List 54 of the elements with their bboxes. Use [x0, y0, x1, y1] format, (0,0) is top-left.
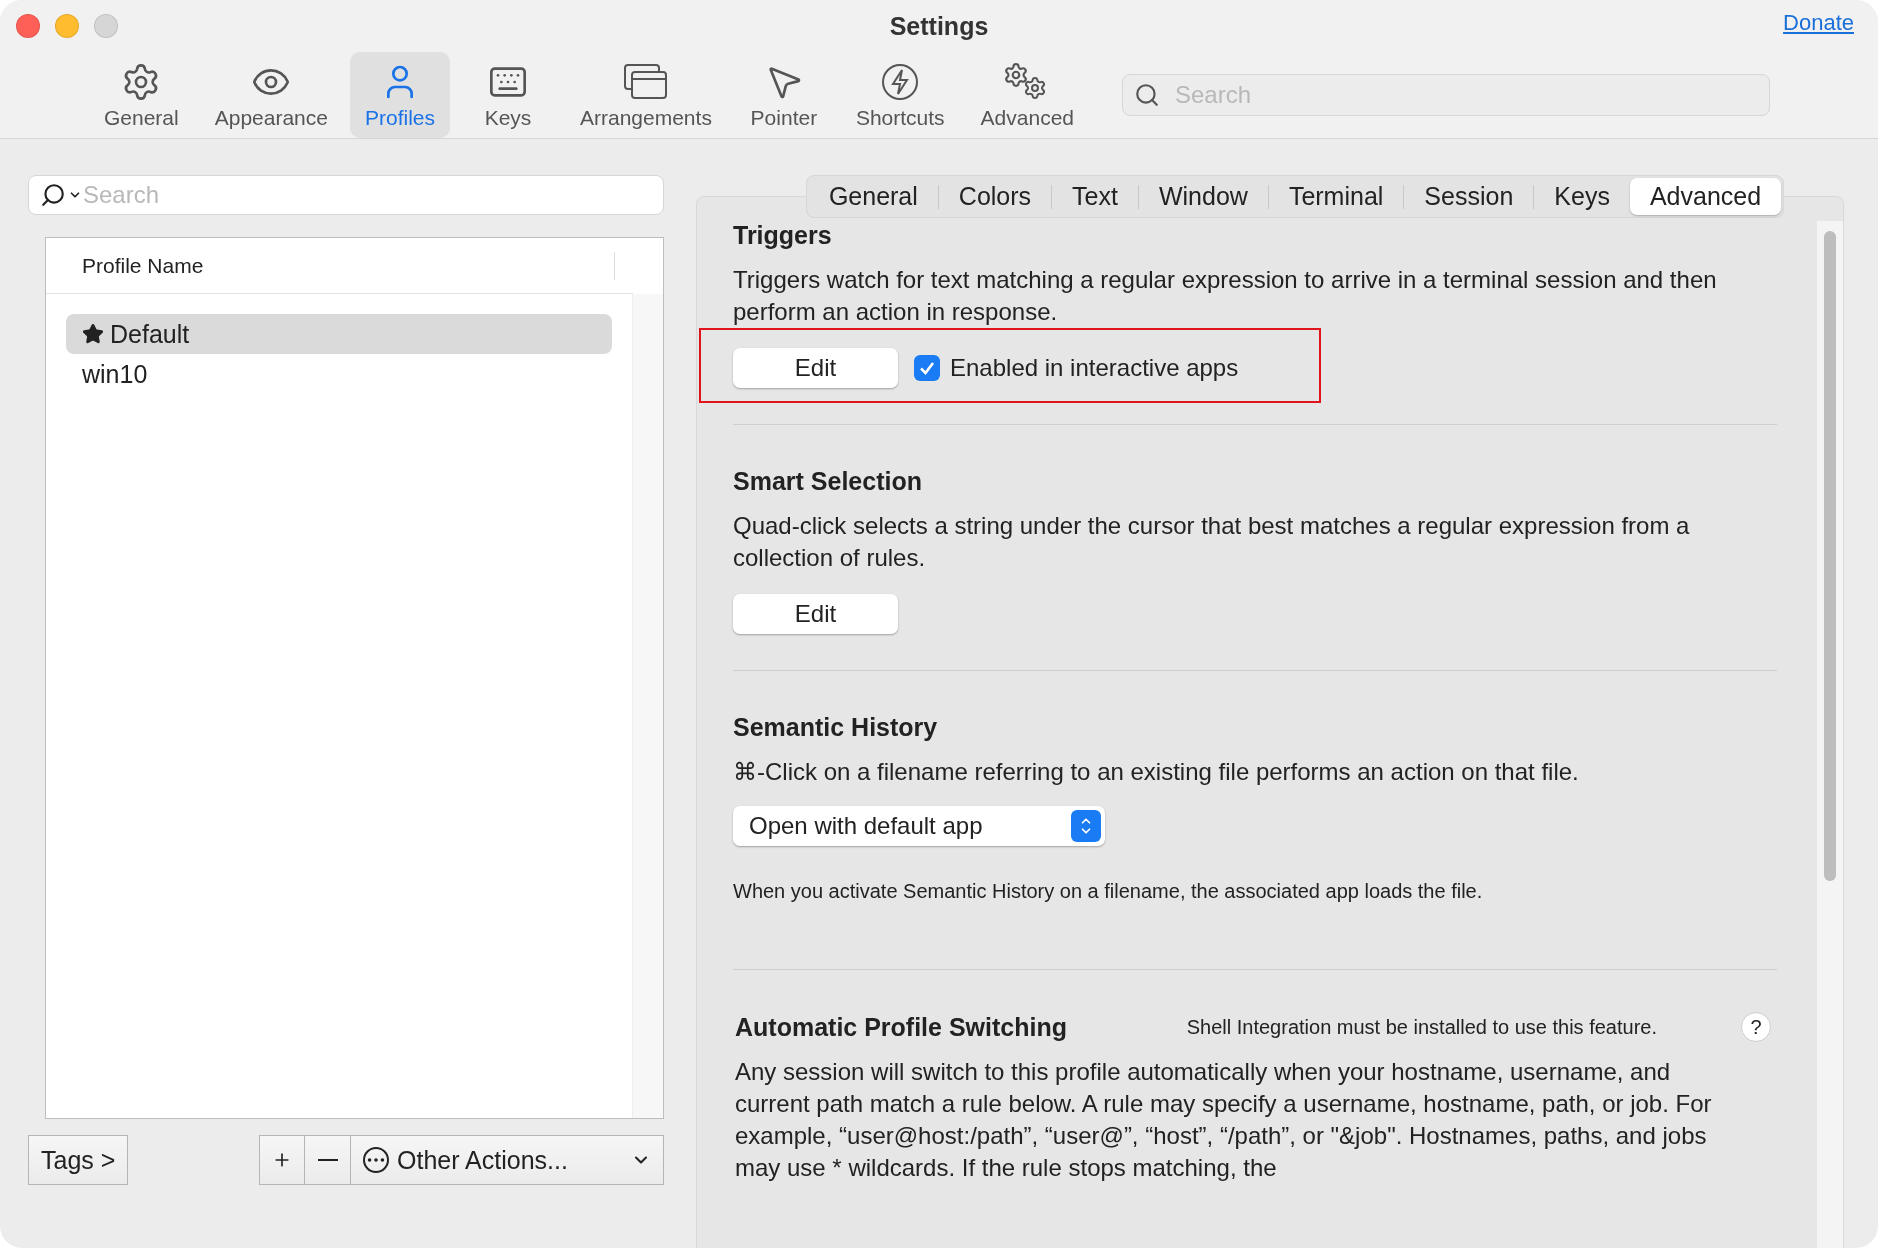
ellipsis-icon — [363, 1147, 389, 1173]
profile-tab[interactable]: General — [808, 178, 938, 215]
section-heading: Triggers — [733, 221, 833, 250]
window-title: Settings — [889, 11, 989, 41]
profile-tab[interactable]: Window — [1138, 178, 1268, 215]
toolbar-tab[interactable]: Arrangements — [566, 52, 726, 138]
toolbar-tab[interactable]: Shortcuts — [841, 52, 959, 138]
edit-button[interactable]: Edit — [733, 348, 898, 388]
other-actions-button[interactable]: Other Actions... — [351, 1135, 664, 1185]
checkbox-label: Enabled in interactive apps — [950, 354, 1239, 382]
toolbar-tab[interactable]: Appearance — [200, 52, 342, 138]
profile-tab[interactable]: Keys — [1534, 178, 1630, 215]
toolbar-tab[interactable]: Pointer — [733, 52, 834, 138]
stepper-icon — [1071, 810, 1101, 842]
section-heading: Semantic History — [733, 713, 939, 742]
zoom-button[interactable] — [94, 14, 118, 38]
bolt-icon — [880, 62, 921, 102]
action-dropdown[interactable]: Open with default app — [733, 806, 1105, 846]
minus-icon — [317, 1159, 338, 1161]
profile-tab[interactable]: Session — [1404, 178, 1534, 215]
profile-tab[interactable]: Colors — [938, 178, 1052, 215]
toolbar-tab[interactable]: General — [90, 52, 193, 138]
remove-button[interactable] — [305, 1135, 351, 1185]
search-icon — [1134, 82, 1160, 108]
profile-row[interactable]: win10 — [66, 354, 612, 394]
section-note: When you activate Semantic History on a filename, the associated app loads the file. — [733, 880, 1484, 904]
section-heading: Smart Selection — [733, 467, 923, 496]
toolbar-tab[interactable]: Keys — [458, 52, 558, 138]
toolbar-tab[interactable]: Advanced — [966, 52, 1088, 138]
section-description: Quad-click selects a string under the cursor that best matches a regular expression from a collection of rules. — [733, 511, 1691, 573]
close-button[interactable] — [16, 14, 40, 38]
checkbox[interactable] — [914, 355, 940, 381]
column-header: Profile Name — [82, 253, 204, 278]
profile-tab[interactable]: Advanced — [1629, 178, 1782, 215]
section-description: ⌘-Click on a filename referring to an existing file performs an action on that file. — [733, 757, 1580, 787]
windows-icon — [621, 62, 670, 102]
profile-row[interactable]: Default — [66, 314, 612, 354]
profile-name: win10 — [82, 359, 148, 389]
section-description: Any session will switch to this profile automatically when your hostname, username, and current path match a rule below. A rule may specify a username, hostname, path, or job. For example, “user@host:/path”, “user@”, “host”, “/path”, or "&job". Hostnames, paths, and jobs may use * wildcards. If the rule stops matching, the — [735, 1057, 1713, 1183]
section-description: Triggers watch for text matching a regular expression to arrive in a terminal session and then perform an action in response. — [733, 265, 1718, 327]
minimize-button[interactable] — [55, 14, 79, 38]
tags-button[interactable]: Tags > — [28, 1135, 129, 1185]
profile-name: Default — [110, 319, 190, 349]
edit-button[interactable]: Edit — [733, 594, 898, 634]
profile-search-field[interactable]: Search — [28, 175, 664, 215]
profile-tab[interactable]: Terminal — [1268, 178, 1404, 215]
donate-link[interactable]: Donate — [1783, 10, 1854, 36]
section-heading: Automatic Profile Switching — [735, 1012, 1067, 1042]
help-button[interactable]: ? — [1741, 1012, 1771, 1042]
profile-tab[interactable]: Text — [1052, 178, 1138, 215]
scrollbar-thumb[interactable] — [1824, 231, 1836, 881]
search-icon — [40, 182, 66, 208]
add-button[interactable] — [259, 1135, 305, 1185]
section-note: Shell Integration must be installed to use this feature. — [1186, 1015, 1657, 1039]
